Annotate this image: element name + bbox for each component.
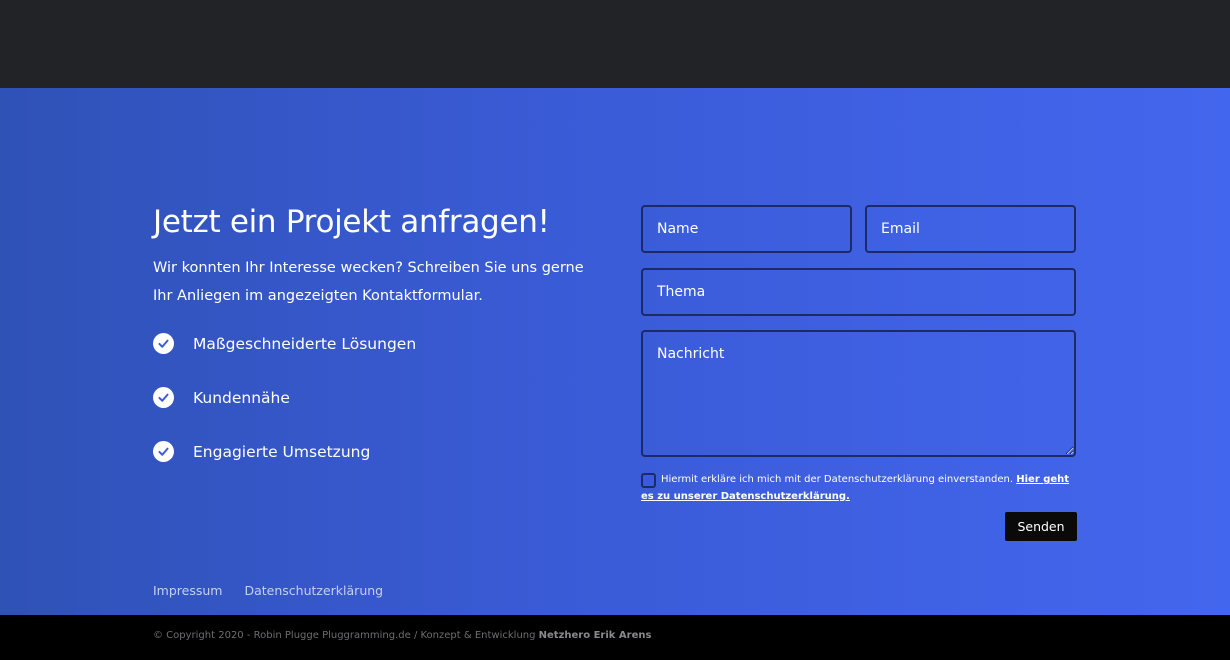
footer-link-impressum[interactable]: Impressum (153, 583, 222, 598)
feature-item: Engagierte Umsetzung (153, 438, 416, 465)
consent-text: Hiermit erkläre ich mich mit der Datensc… (641, 471, 1081, 505)
copyright-prefix: © Copyright 2020 - Robin Plugge Pluggram… (153, 630, 536, 641)
name-field[interactable] (641, 205, 852, 253)
feature-list: Maßgeschneiderte Lösungen Kundennähe Eng… (153, 330, 416, 492)
consent-label: Hiermit erkläre ich mich mit der Datensc… (661, 474, 1014, 485)
message-field[interactable] (641, 330, 1076, 457)
footer-link-privacy[interactable]: Datenschutzerklärung (244, 583, 383, 598)
feature-item: Maßgeschneiderte Lösungen (153, 330, 416, 357)
copyright-text: © Copyright 2020 - Robin Plugge Pluggram… (153, 630, 651, 641)
top-bar (0, 0, 1230, 88)
subject-field[interactable] (641, 268, 1076, 316)
feature-label: Maßgeschneiderte Lösungen (193, 334, 417, 353)
footer-nav: Impressum Datenschutzerklärung (153, 583, 383, 598)
send-button[interactable]: Senden (1005, 512, 1077, 541)
check-circle-icon (153, 387, 174, 408)
check-circle-icon (153, 333, 174, 354)
feature-label: Engagierte Umsetzung (193, 442, 371, 461)
page-title: Jetzt ein Projekt anfragen! (153, 204, 550, 240)
feature-label: Kundennähe (193, 388, 290, 407)
intro-text: Wir konnten Ihr Interesse wecken? Schrei… (153, 260, 584, 304)
email-field[interactable] (865, 205, 1076, 253)
copyright-author: Netzhero Erik Arens (538, 630, 652, 641)
feature-item: Kundennähe (153, 384, 416, 411)
check-circle-icon (153, 441, 174, 462)
